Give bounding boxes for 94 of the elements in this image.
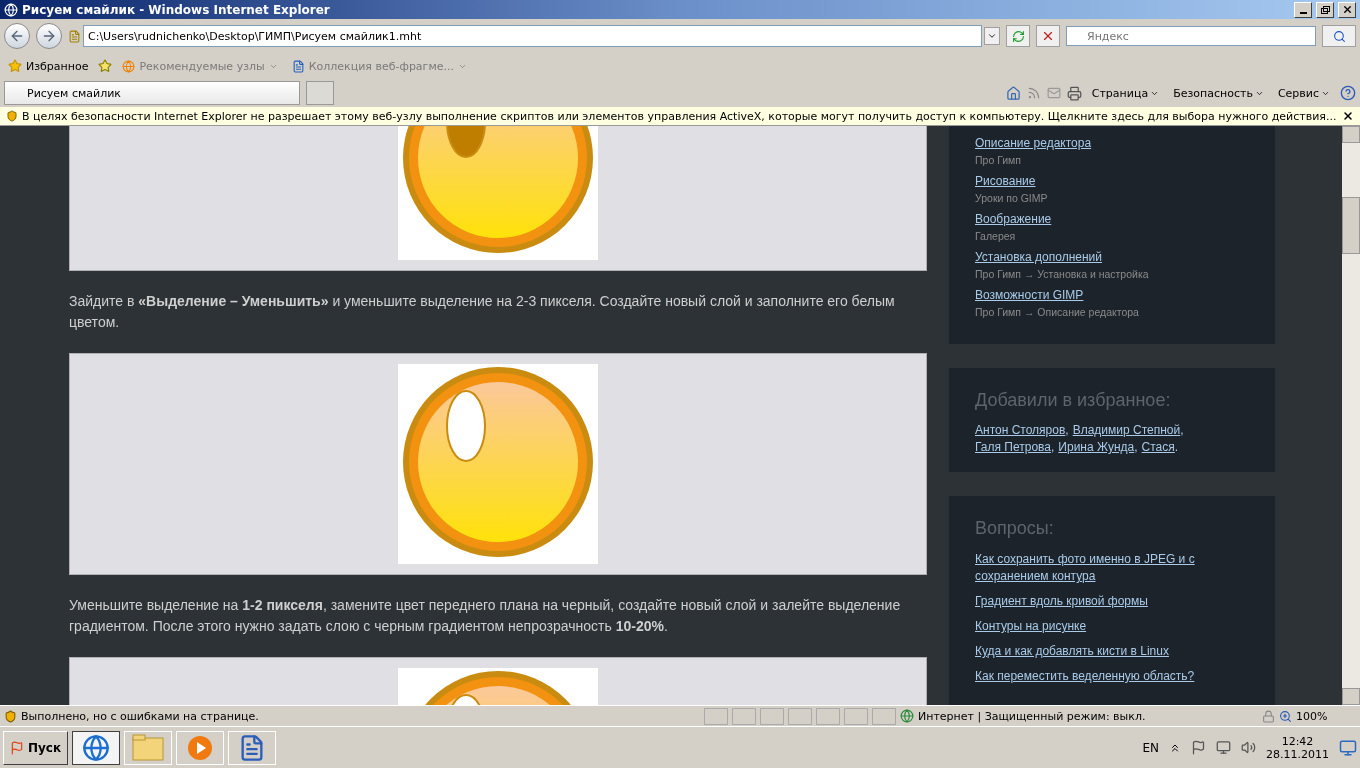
breadcrumb-text: Про Гимп → Описание редактора bbox=[975, 306, 1140, 318]
zone-text: Интернет | Защищенный режим: выкл. bbox=[918, 709, 1147, 723]
shield-icon bbox=[6, 110, 18, 122]
minimize-icon bbox=[1299, 11, 1307, 14]
command-menu[interactable]: Страница bbox=[1087, 86, 1164, 100]
globe-icon bbox=[900, 709, 914, 723]
separator: , bbox=[1051, 440, 1055, 454]
question-link[interactable]: Градиент вдоль кривой формы bbox=[975, 593, 1215, 610]
dropdown-button[interactable] bbox=[984, 27, 1000, 45]
status-pane bbox=[732, 707, 756, 725]
section-link[interactable]: Рисование bbox=[975, 174, 1249, 188]
network-icon[interactable] bbox=[1216, 740, 1231, 755]
page-icon bbox=[291, 59, 305, 73]
site-icon bbox=[122, 59, 136, 73]
paragraph: Уменьшите выделение на 1-2 пикселя, замените цвет переднего плана на черный, создайте новый слой и залейте выделение градиентом. После этого нужно задать слою с черным градиентом непрозрачность 10-20%. bbox=[69, 596, 902, 636]
page-icon bbox=[68, 29, 81, 43]
section-link[interactable]: Установка дополнений bbox=[975, 250, 1249, 264]
status-pane bbox=[816, 707, 840, 725]
refresh-icon bbox=[1011, 29, 1025, 43]
forward-button[interactable] bbox=[36, 23, 62, 49]
section-link[interactable]: Описание редактора bbox=[975, 136, 1249, 150]
panel-heading: Добавили в избранное: bbox=[975, 390, 1172, 411]
address-field[interactable]: C:\Users\rudnichenko\Desktop\ГИМП\Рисуем смайлик1.mht bbox=[83, 25, 982, 47]
start-button[interactable]: Пуск bbox=[3, 730, 69, 765]
status-text: Выполнено, но с ошибками на странице. bbox=[21, 709, 260, 723]
status-pane bbox=[760, 707, 784, 725]
globe-icon bbox=[82, 733, 111, 762]
separator: , bbox=[1065, 423, 1069, 437]
separator: . bbox=[1174, 440, 1179, 454]
breadcrumb-text: Галерея bbox=[975, 230, 1017, 242]
home-icon[interactable] bbox=[1005, 85, 1021, 101]
user-link[interactable]: Стася bbox=[1141, 440, 1175, 454]
star-icon bbox=[8, 59, 22, 73]
section-link[interactable]: Воображение bbox=[975, 212, 1249, 226]
browser-icon bbox=[4, 2, 18, 17]
clock[interactable]: 12:42 28.11.2011 bbox=[1266, 734, 1329, 761]
feed-icon[interactable] bbox=[1026, 86, 1041, 100]
favorites-button[interactable]: Избранное bbox=[4, 59, 93, 73]
breadcrumb-text: Про Гимп bbox=[975, 154, 1022, 166]
user-link[interactable]: Галя Петрова bbox=[975, 440, 1051, 454]
play-icon bbox=[187, 734, 214, 761]
scrollbar[interactable] bbox=[1342, 126, 1360, 705]
flag-icon[interactable] bbox=[1191, 740, 1206, 755]
stop-icon bbox=[1041, 29, 1055, 43]
forward-icon bbox=[41, 28, 57, 44]
close-icon[interactable] bbox=[1342, 110, 1354, 122]
language-indicator[interactable]: EN bbox=[1142, 740, 1159, 755]
window-title: Рисуем смайлик - Windows Internet Explorer bbox=[22, 2, 331, 17]
breadcrumb-text: Уроки по GIMP bbox=[975, 192, 1049, 204]
question-link[interactable]: Куда и как добавлять кисти в Linux bbox=[975, 643, 1215, 660]
close-icon bbox=[1341, 4, 1353, 15]
help-icon[interactable] bbox=[1340, 85, 1356, 101]
zoom-level[interactable]: 100% bbox=[1296, 709, 1356, 723]
status-pane bbox=[872, 707, 896, 725]
question-link[interactable]: Как сохранить фото именно в JPEG и с сохранением контура bbox=[975, 551, 1215, 585]
zoom-icon bbox=[1279, 709, 1292, 723]
info-bar-text[interactable]: В целях безопасности Internet Explorer не разрешает этому веб-узлу выполнение скриптов или элементов управления ActiveX, которые могут получить доступ к компьютеру. Щелкните здесь для выбора нужного действия... bbox=[22, 109, 1338, 123]
lock-icon[interactable] bbox=[1262, 709, 1275, 723]
stop-button[interactable] bbox=[1036, 25, 1060, 47]
command-menu[interactable]: Безопасность bbox=[1169, 86, 1268, 100]
search-button[interactable] bbox=[1322, 25, 1356, 47]
status-pane bbox=[788, 707, 812, 725]
breadcrumb-text: Про Гимп → Установка и настройка bbox=[975, 268, 1150, 280]
browser-tab[interactable]: Рисуем смайлик bbox=[4, 81, 300, 105]
restore-button[interactable] bbox=[1316, 1, 1334, 18]
info-bar[interactable] bbox=[0, 107, 1360, 126]
add-favorite-icon[interactable] bbox=[98, 59, 113, 73]
back-icon bbox=[9, 28, 25, 44]
status-pane bbox=[704, 707, 728, 725]
question-link[interactable]: Контуры на рисунке bbox=[975, 618, 1215, 635]
flag-icon bbox=[10, 740, 24, 755]
separator: , bbox=[1134, 440, 1138, 454]
back-button[interactable] bbox=[4, 23, 30, 49]
status-pane bbox=[844, 707, 868, 725]
question-link[interactable]: Как переместить веделенную область? bbox=[975, 668, 1215, 685]
folder-icon bbox=[132, 733, 165, 762]
taskbar-button[interactable] bbox=[72, 730, 121, 765]
close-button[interactable] bbox=[1338, 1, 1356, 18]
volume-icon[interactable] bbox=[1241, 740, 1256, 755]
restore-icon bbox=[1320, 5, 1330, 14]
caret-icon bbox=[987, 31, 997, 41]
search-field[interactable]: Яндекс bbox=[1066, 26, 1316, 46]
refresh-button[interactable] bbox=[1006, 25, 1030, 47]
separator: , bbox=[1180, 423, 1184, 437]
desktop-icon[interactable] bbox=[1339, 738, 1357, 757]
panel-heading: Вопросы: bbox=[975, 518, 1055, 539]
warning-icon bbox=[4, 709, 17, 723]
search-icon bbox=[1332, 29, 1346, 43]
paragraph: Зайдите в «Выделение – Уменьшить» и уменьшите выделение на 2-3 пикселя. Создайте новый слой и заполните его белым цветом. bbox=[69, 292, 896, 332]
new-tab-button[interactable] bbox=[306, 81, 334, 105]
section-link[interactable]: Возможности GIMP bbox=[975, 288, 1249, 302]
minimize-button[interactable] bbox=[1294, 1, 1312, 18]
print-icon[interactable] bbox=[1066, 85, 1082, 101]
command-menu[interactable]: Сервис bbox=[1273, 86, 1334, 100]
